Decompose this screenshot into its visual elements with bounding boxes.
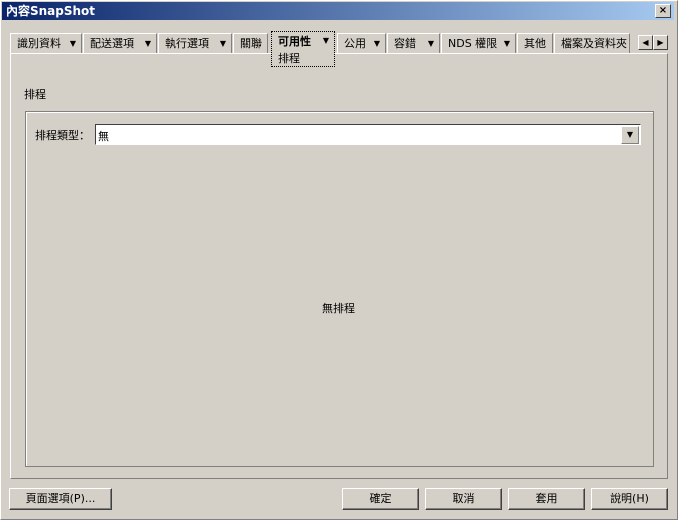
ok-button[interactable]: 確定 (342, 488, 419, 510)
tab-scroll-buttons: ◀ ▶ (638, 35, 668, 50)
tab-associations[interactable]: 關聯 (233, 33, 268, 54)
schedule-type-value: 無 (98, 130, 109, 143)
chevron-down-icon: ▼ (69, 39, 76, 48)
chevron-down-icon: ▼ (219, 39, 226, 48)
no-schedule-message: 無排程 (322, 302, 355, 315)
tab-label: 檔案及資料夾 (561, 37, 627, 50)
tab-identification[interactable]: 識別資料 ▼ (10, 33, 82, 54)
chevron-down-icon: ▼ (373, 39, 380, 48)
window-title: 內容SnapShot (6, 4, 96, 18)
apply-button[interactable]: 套用 (508, 488, 585, 510)
tab-run-options[interactable]: 執行選項 ▼ (158, 33, 232, 54)
tab-files-folders[interactable]: 檔案及資料夾 (554, 33, 630, 54)
subtab-schedule[interactable]: 排程 (278, 49, 300, 66)
tab-strip: 識別資料 ▼ 配送選項 ▼ 執行選項 ▼ 關聯 可用性 ▼ 排程 公用 ▼ 容錯… (10, 31, 670, 67)
cancel-button[interactable]: 取消 (425, 488, 502, 510)
tab-common[interactable]: 公用 ▼ (337, 33, 386, 54)
tab-fault-tolerance[interactable]: 容錯 ▼ (387, 33, 440, 54)
tab-label: 容錯 (394, 37, 416, 50)
scroll-right-button[interactable]: ▶ (653, 35, 668, 50)
tab-label: 配送選項 (90, 37, 134, 50)
tab-label: 其他 (524, 37, 546, 50)
tab-label: 關聯 (240, 37, 262, 50)
tab-label: NDS 權限 (448, 37, 498, 50)
tab-nds-rights[interactable]: NDS 權限 ▼ (441, 33, 516, 54)
scroll-left-button[interactable]: ◀ (638, 35, 653, 50)
title-bar: 內容SnapShot × (2, 2, 674, 20)
help-button[interactable]: 說明(H) (591, 488, 668, 510)
tab-label: 識別資料 (17, 37, 61, 50)
close-button[interactable]: × (655, 4, 671, 18)
chevron-down-icon: ▼ (503, 39, 510, 48)
section-title: 排程 (24, 88, 46, 101)
tab-other[interactable]: 其他 (517, 33, 553, 54)
chevron-down-icon: ▼ (322, 36, 329, 45)
tab-label: 公用 (344, 37, 366, 50)
tab-availability[interactable]: 可用性 ▼ 排程 (271, 31, 335, 67)
schedule-type-select[interactable]: 無 ▼ (95, 124, 641, 145)
page-options-button[interactable]: 頁面選項(P)... (9, 488, 112, 510)
chevron-down-icon: ▼ (427, 39, 434, 48)
schedule-group-box (25, 111, 654, 467)
tab-label: 執行選項 (165, 37, 209, 50)
dropdown-arrow-icon[interactable]: ▼ (621, 126, 639, 144)
chevron-down-icon: ▼ (144, 39, 151, 48)
schedule-type-label: 排程類型： (35, 129, 90, 142)
tab-distribution-options[interactable]: 配送選項 ▼ (83, 33, 157, 54)
